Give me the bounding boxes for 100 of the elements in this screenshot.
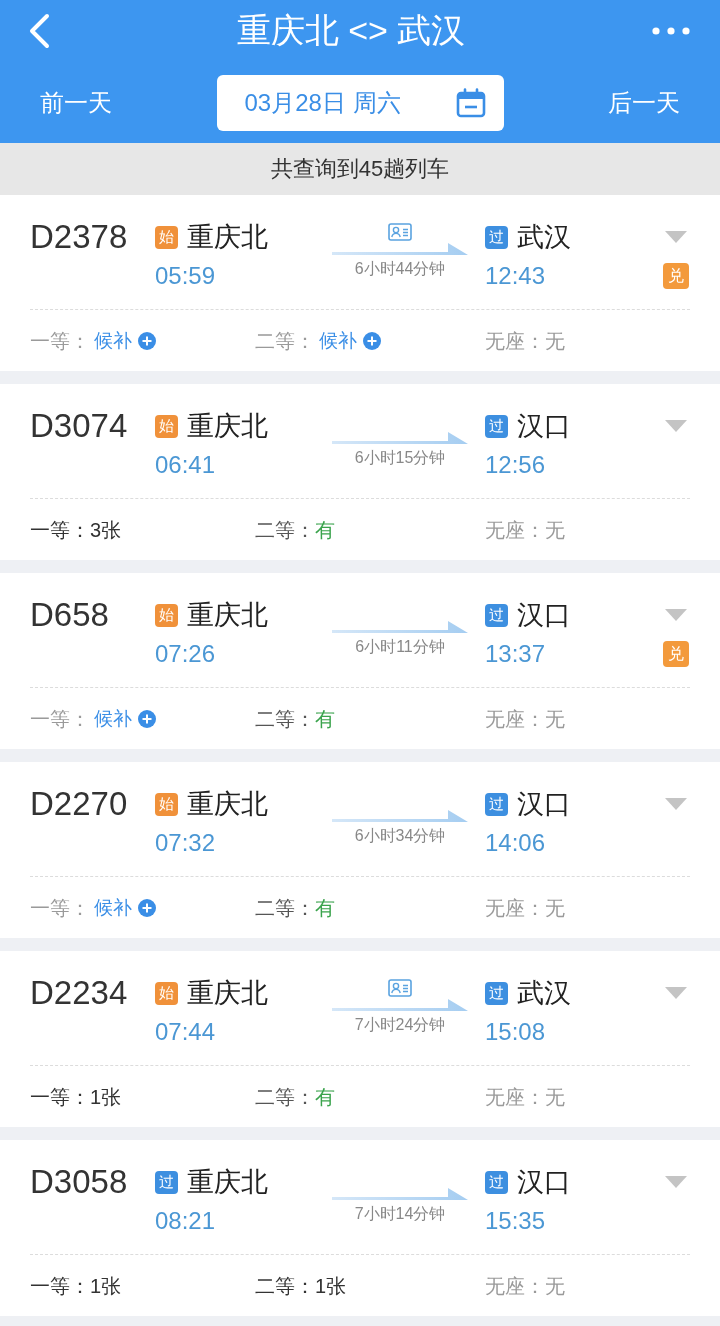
arrival-station: 汉口 bbox=[517, 1166, 571, 1199]
travel-duration: 7小时24分钟 bbox=[354, 1015, 446, 1035]
train-number: D2270 bbox=[30, 785, 128, 823]
departure-station: 重庆北 bbox=[187, 599, 268, 632]
caret-icon[interactable] bbox=[664, 1176, 687, 1188]
station-tag: 始 bbox=[155, 981, 178, 1005]
arrival-time: 13:37 bbox=[485, 640, 546, 668]
seat-class-label: 无座： bbox=[485, 706, 545, 732]
seat-availability: 3张 bbox=[90, 517, 122, 543]
station-tag: 过 bbox=[485, 981, 508, 1005]
departure-time: 06:41 bbox=[155, 451, 216, 479]
plus-icon bbox=[138, 710, 156, 728]
caret-icon[interactable] bbox=[664, 798, 687, 810]
departure-time: 07:26 bbox=[155, 640, 216, 668]
seat-class-label: 一等： bbox=[30, 328, 90, 354]
seat-class-label: 二等： bbox=[255, 1273, 315, 1299]
prev-day-button[interactable]: 前一天 bbox=[40, 86, 112, 119]
date-picker[interactable]: 03月28日 周六 bbox=[216, 74, 504, 131]
arrival-time: 14:06 bbox=[485, 829, 546, 857]
seat-availability: 无 bbox=[545, 895, 565, 921]
seat-class-label: 二等： bbox=[255, 1084, 315, 1110]
arrival-station: 汉口 bbox=[517, 410, 571, 443]
departure-time: 05:59 bbox=[155, 262, 216, 290]
arrow-icon bbox=[332, 241, 468, 257]
seat-availability: 无 bbox=[545, 1273, 565, 1299]
seat-class-label: 无座： bbox=[485, 1273, 545, 1299]
departure-station: 重庆北 bbox=[187, 410, 268, 443]
seat-availability: 无 bbox=[545, 328, 565, 354]
back-icon[interactable] bbox=[28, 13, 50, 49]
departure-station: 重庆北 bbox=[187, 977, 268, 1010]
travel-duration: 6小时34分钟 bbox=[354, 826, 446, 846]
station-tag: 过 bbox=[485, 792, 508, 816]
train-card[interactable]: D658 始 重庆北 07:26 6小时11分钟 过 汉口 13:37 兑 一等： 候补 二等：有 无座：无 bbox=[0, 573, 720, 749]
arrival-time: 15:35 bbox=[485, 1207, 546, 1235]
exchange-tag: 兑 bbox=[662, 641, 689, 667]
next-day-button[interactable]: 后一天 bbox=[608, 86, 680, 119]
seat-availability: 有 bbox=[315, 517, 335, 543]
arrival-station: 汉口 bbox=[517, 599, 571, 632]
seat-availability: 有 bbox=[315, 895, 335, 921]
train-card[interactable]: D3058 过 重庆北 08:21 7小时14分钟 过 汉口 15:35 一等：1张 二等：1张 无座：无 bbox=[0, 1140, 720, 1316]
station-tag: 始 bbox=[155, 603, 178, 627]
seat-availability: 无 bbox=[545, 517, 565, 543]
travel-duration: 6小时44分钟 bbox=[354, 259, 446, 279]
station-tag: 过 bbox=[155, 1170, 178, 1194]
train-card[interactable]: D2270 始 重庆北 07:32 6小时34分钟 过 汉口 14:06 一等： 候补 二等：有 无座：无 bbox=[0, 762, 720, 938]
waitlist-button[interactable]: 候补 bbox=[90, 895, 156, 921]
arrow-icon bbox=[332, 997, 468, 1013]
travel-duration: 6小时11分钟 bbox=[355, 637, 445, 657]
station-tag: 过 bbox=[485, 414, 508, 438]
seat-class-label: 无座： bbox=[485, 517, 545, 543]
waitlist-button[interactable]: 候补 bbox=[90, 328, 156, 354]
departure-time: 07:44 bbox=[155, 1018, 216, 1046]
train-number: D3074 bbox=[30, 407, 128, 445]
arrow-icon bbox=[332, 808, 468, 824]
seat-availability: 1张 bbox=[90, 1084, 122, 1110]
station-tag: 始 bbox=[155, 225, 178, 249]
seat-class-label: 二等： bbox=[255, 706, 315, 732]
caret-icon[interactable] bbox=[664, 231, 687, 243]
train-number: D2378 bbox=[30, 218, 128, 256]
seat-class-label: 二等： bbox=[255, 895, 315, 921]
arrival-station: 武汉 bbox=[517, 221, 571, 254]
plus-icon bbox=[138, 332, 156, 350]
train-card[interactable]: D3074 始 重庆北 06:41 6小时15分钟 过 汉口 12:56 一等：3张 二等：有 无座：无 bbox=[0, 384, 720, 560]
arrow-icon bbox=[332, 430, 468, 446]
seat-class-label: 无座： bbox=[485, 328, 545, 354]
train-card[interactable]: D2378 始 重庆北 05:59 6小时44分钟 过 武汉 12:43 兑 一等： 候补 二等： 候补 无座：无 bbox=[0, 195, 720, 371]
station-tag: 始 bbox=[155, 792, 178, 816]
waitlist-button[interactable]: 候补 bbox=[315, 328, 381, 354]
caret-icon[interactable] bbox=[664, 609, 687, 621]
seat-availability: 1张 bbox=[90, 1273, 122, 1299]
exchange-tag: 兑 bbox=[662, 263, 689, 289]
departure-station: 重庆北 bbox=[187, 788, 268, 821]
arrival-time: 15:08 bbox=[485, 1018, 546, 1046]
seat-class-label: 无座： bbox=[485, 895, 545, 921]
departure-time: 07:32 bbox=[155, 829, 216, 857]
plus-icon bbox=[363, 332, 381, 350]
seat-class-label: 二等： bbox=[255, 517, 315, 543]
more-icon[interactable] bbox=[652, 27, 690, 35]
arrival-time: 12:56 bbox=[485, 451, 546, 479]
station-tag: 过 bbox=[485, 603, 508, 627]
arrival-station: 武汉 bbox=[517, 977, 571, 1010]
seat-class-label: 一等： bbox=[30, 895, 90, 921]
travel-duration: 7小时14分钟 bbox=[354, 1204, 446, 1224]
route-title: 重庆北 <> 武汉 bbox=[235, 10, 467, 51]
seat-availability: 无 bbox=[545, 1084, 565, 1110]
train-number: D658 bbox=[30, 596, 109, 634]
departure-time: 08:21 bbox=[155, 1207, 216, 1235]
arrival-station: 汉口 bbox=[517, 788, 571, 821]
train-card[interactable]: D2234 始 重庆北 07:44 7小时24分钟 过 武汉 15:08 一等：1张 二等：有 无座：无 bbox=[0, 951, 720, 1127]
departure-station: 重庆北 bbox=[187, 1166, 268, 1199]
seat-availability: 无 bbox=[545, 706, 565, 732]
caret-icon[interactable] bbox=[664, 987, 687, 999]
seat-class-label: 一等： bbox=[30, 517, 90, 543]
caret-icon[interactable] bbox=[664, 420, 687, 432]
seat-class-label: 二等： bbox=[255, 328, 315, 354]
arrow-icon bbox=[332, 619, 468, 635]
station-tag: 过 bbox=[485, 1170, 508, 1194]
waitlist-button[interactable]: 候补 bbox=[90, 706, 156, 732]
calendar-icon bbox=[455, 87, 486, 118]
arrival-time: 12:43 bbox=[485, 262, 546, 290]
